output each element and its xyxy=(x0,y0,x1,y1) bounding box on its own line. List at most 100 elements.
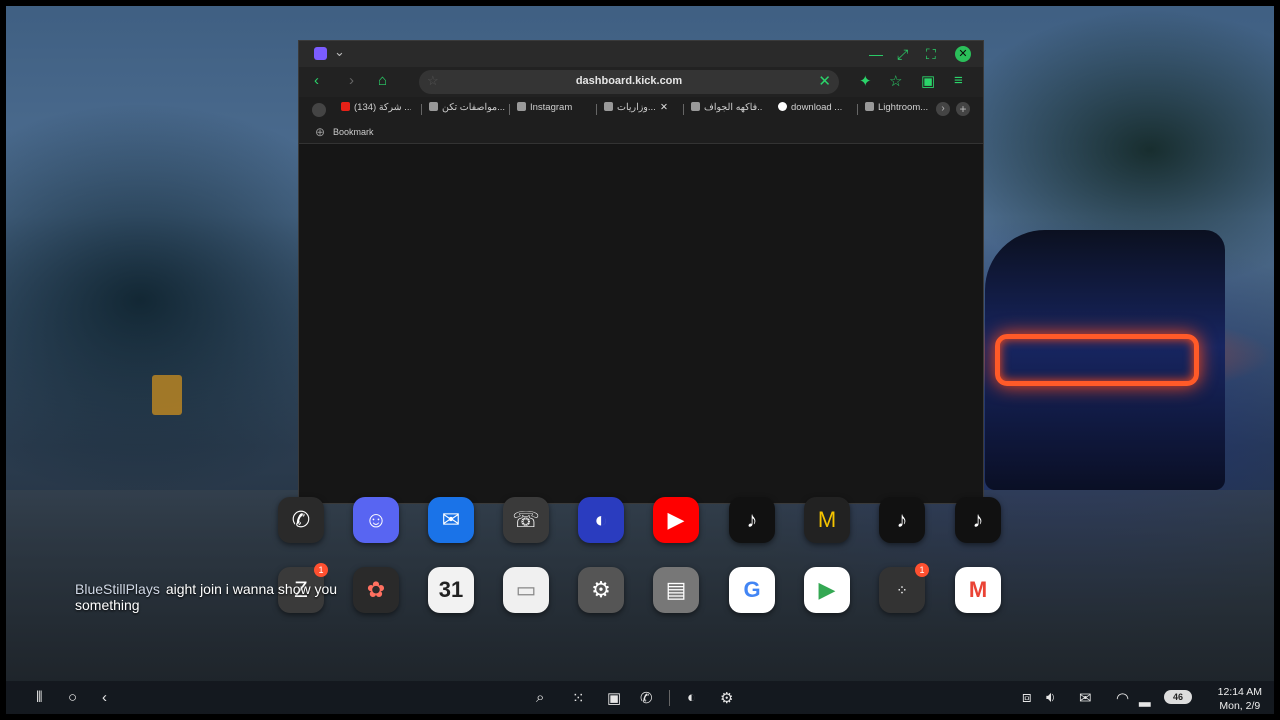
extensions-icon[interactable]: ✦ xyxy=(859,72,872,90)
tab-5[interactable]: فاكهه الجواف... xyxy=(691,102,763,118)
time-text: 12:14 AM xyxy=(1217,686,1262,698)
site-favicon-icon xyxy=(691,102,700,111)
settings-icon[interactable]: ⚙ xyxy=(578,567,624,613)
recent-apps-icon[interactable]: ⦀ xyxy=(36,689,43,706)
tab-3[interactable]: Instagram xyxy=(517,102,592,118)
new-tab-icon[interactable]: + xyxy=(956,102,970,116)
wallpaper-street-sign xyxy=(152,375,182,415)
date-text: Mon, 2/9 xyxy=(1219,700,1261,712)
tab-label: مواصفات تكن... xyxy=(442,102,506,113)
home-button-icon[interactable]: ○ xyxy=(68,689,77,706)
menu-icon[interactable]: ≡ xyxy=(954,72,963,89)
tab-bar: (134) شركة ... مواصفات تكن... Instagram … xyxy=(299,97,983,123)
title-bar[interactable]: ⌄ — ⤢ ⛶ ✕ xyxy=(299,41,983,67)
close-tab-icon[interactable]: ✕ xyxy=(660,102,670,118)
tab-2[interactable]: مواصفات تكن... xyxy=(429,102,509,118)
address-bar[interactable]: ☆ dashboard.kick.com ✕ xyxy=(419,70,839,94)
tab-7[interactable]: Lightroom... xyxy=(865,102,931,118)
tiktok-icon[interactable]: ♪ xyxy=(729,497,775,543)
tab-label: وزاريات... xyxy=(617,102,656,113)
chat-message: BlueStillPlays aight join i wanna show yo… xyxy=(75,581,375,613)
home-icon[interactable]: ⌂ xyxy=(378,72,387,89)
tab-1[interactable]: (134) شركة ... xyxy=(341,102,411,118)
clock[interactable]: 12:14 AM Mon, 2/9 xyxy=(1218,685,1262,713)
phone-icon[interactable]: ☏ xyxy=(503,497,549,543)
app-drawer-icon[interactable]: ⁙ xyxy=(572,689,585,707)
tab-label: (134) شركة ... xyxy=(354,102,411,113)
tab-6[interactable]: download ... xyxy=(778,102,848,118)
tab-label: download ... xyxy=(791,102,843,113)
instagram-favicon-icon xyxy=(517,102,526,111)
tiktok-icon-2[interactable]: ♪ xyxy=(879,497,925,543)
site-favicon-icon xyxy=(429,102,438,111)
browser-taskbar-icon[interactable]: ◐ xyxy=(687,689,696,706)
chat-notification-icon[interactable]: ✉ xyxy=(1079,689,1092,707)
minimize-icon[interactable]: — xyxy=(869,44,883,64)
taskbar-divider xyxy=(669,690,670,706)
taskbar: ⦀ ○ ‹ ⌕ ⁙ ▣ ✆ ◐ ⚙ ⧈ 🔉︎ ✉ ◠ ▂ 46 12:14 AM… xyxy=(6,681,1274,714)
discord-icon[interactable]: ☺ xyxy=(353,497,399,543)
screen-border-top xyxy=(0,0,1280,6)
tabs-count-icon[interactable]: ▣ xyxy=(921,72,935,90)
wallpaper-car-taillight xyxy=(995,334,1199,386)
chat-username: BlueStillPlays xyxy=(75,581,160,597)
forward-icon[interactable]: › xyxy=(349,72,354,89)
site-favicon-icon xyxy=(604,102,613,111)
tab-separator xyxy=(857,104,858,115)
screen-border-right xyxy=(1274,0,1280,720)
battery-indicator[interactable]: 46 xyxy=(1164,690,1192,704)
bookmark-bar: ⊕ Bookmark xyxy=(299,123,983,144)
profile-icon[interactable] xyxy=(312,103,326,117)
gmail-icon[interactable]: M xyxy=(955,567,1001,613)
tab-separator xyxy=(683,104,684,115)
tab-label: Instagram xyxy=(530,102,573,113)
tab-4-active[interactable]: وزاريات... xyxy=(604,102,664,118)
settings-taskbar-icon[interactable]: ⚙ xyxy=(720,689,733,707)
wifi-icon[interactable]: ◠ xyxy=(1116,689,1129,707)
google-icon[interactable]: G xyxy=(729,567,775,613)
browser-logo-icon[interactable] xyxy=(314,47,327,60)
bookmark-label[interactable]: Bookmark xyxy=(333,127,374,137)
volume-icon[interactable]: 🔉︎ xyxy=(1046,689,1055,706)
search-icon[interactable]: ⌕ xyxy=(536,689,544,706)
screenshot-app-icon[interactable]: ▣ xyxy=(607,689,621,707)
tiktok-icon-3[interactable]: ♪ xyxy=(955,497,1001,543)
back-button-icon[interactable]: ‹ xyxy=(102,689,107,706)
screen-border-bottom xyxy=(0,714,1280,720)
browser-icon[interactable]: ◐ xyxy=(578,497,624,543)
folder-apps-icon[interactable]: ⁘ 1 xyxy=(879,563,929,613)
add-bookmark-icon[interactable]: ⊕ xyxy=(315,125,325,139)
resize-icon[interactable]: ⤢ xyxy=(897,44,908,64)
bookmark-star-icon[interactable]: ☆ xyxy=(889,72,902,90)
messages-icon[interactable]: ✉ xyxy=(428,497,474,543)
youtube-favicon-icon xyxy=(341,102,350,111)
clear-url-icon[interactable]: ✕ xyxy=(818,72,831,90)
signal-icon[interactable]: ▂ xyxy=(1139,689,1151,707)
tab-label: Lightroom... xyxy=(878,102,929,113)
play-store-icon[interactable]: ▶ xyxy=(804,567,850,613)
fullscreen-icon[interactable]: ⛶ xyxy=(926,44,936,64)
browser-window[interactable]: ⌄ — ⤢ ⛶ ✕ ‹ › ⌂ ☆ dashboard.kick.com ✕ ✦… xyxy=(298,40,984,504)
whatsapp-icon[interactable]: ✆ xyxy=(278,497,324,543)
back-icon[interactable]: ‹ xyxy=(314,72,319,89)
youtube-icon[interactable]: ▶ xyxy=(653,497,699,543)
page-content-area[interactable] xyxy=(299,145,983,503)
files-icon[interactable]: ▭ xyxy=(503,567,549,613)
site-favicon-icon xyxy=(865,102,874,111)
calendar-icon[interactable]: 31 xyxy=(428,567,474,613)
tab-separator xyxy=(421,104,422,115)
chevron-down-icon[interactable]: ⌄ xyxy=(334,44,345,60)
mail-app-icon[interactable]: M xyxy=(804,497,850,543)
whatsapp-taskbar-icon[interactable]: ✆ xyxy=(640,689,653,707)
google-favicon-icon xyxy=(778,102,787,111)
tab-label: فاكهه الجواف... xyxy=(704,102,763,113)
tab-separator xyxy=(509,104,510,115)
close-window-icon[interactable]: ✕ xyxy=(955,46,971,62)
navigation-bar: ‹ › ⌂ ☆ dashboard.kick.com ✕ ✦ ☆ ▣ ≡ xyxy=(299,67,983,97)
scroll-tabs-right-icon[interactable]: › xyxy=(936,102,950,116)
notification-badge: 1 xyxy=(915,563,929,577)
memo-icon[interactable]: ▤ xyxy=(653,567,699,613)
screen-capture-icon[interactable]: ⧈ xyxy=(1022,689,1032,706)
url-text[interactable]: dashboard.kick.com xyxy=(419,75,839,87)
calendar-date: 31 xyxy=(438,577,464,602)
